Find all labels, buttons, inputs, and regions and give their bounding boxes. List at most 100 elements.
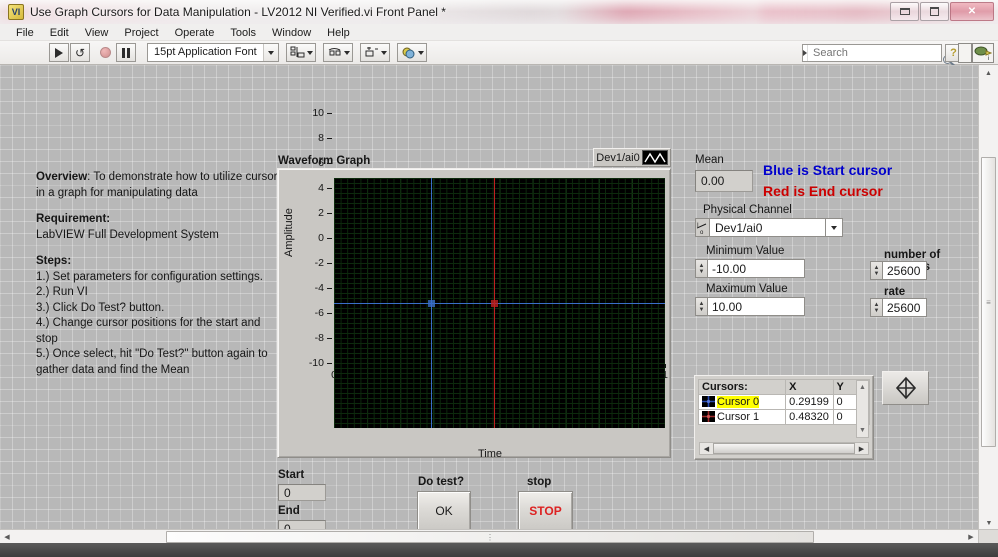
distribute-objects-button[interactable] (322, 43, 353, 62)
cursor-0-marker[interactable] (427, 300, 435, 307)
minimum-value-field[interactable]: -10.00 (707, 259, 805, 278)
menu-item-file[interactable]: File (8, 25, 42, 40)
y-tick--4: -4 (292, 282, 332, 294)
vscroll-thumb[interactable]: ≡ (981, 157, 996, 447)
align-objects-button[interactable] (285, 43, 316, 62)
physical-channel-value[interactable]: Dev1/ai0 (709, 218, 826, 237)
cursor-1-marker[interactable] (490, 300, 498, 307)
menu-item-operate[interactable]: Operate (167, 25, 223, 40)
reorder-icon (400, 45, 418, 60)
distribute-objects-icon (326, 45, 344, 60)
ok-button[interactable]: OK (417, 491, 471, 531)
run-continuously-button[interactable]: ↺ (70, 43, 90, 62)
mean-indicator: 0.00 (695, 170, 753, 192)
hscroll-left-icon[interactable]: ◀ (0, 530, 14, 543)
cursor-move-pad[interactable] (882, 371, 929, 405)
resize-objects-button[interactable] (359, 43, 390, 62)
panel-vertical-scrollbar[interactable]: ▲ ≡ ▼ (978, 65, 998, 531)
step-4-line1: 4.) Change cursor positions for the star… (36, 317, 261, 329)
plot-area[interactable] (334, 178, 665, 428)
window-titlebar[interactable]: VI Use Graph Cursors for Data Manipulati… (0, 0, 998, 24)
y-tick-2: 2 (292, 207, 332, 219)
hscroll-thumb[interactable] (713, 443, 855, 454)
menu-item-help[interactable]: Help (319, 25, 358, 40)
plot-legend[interactable]: Dev1/ai0 (593, 148, 671, 167)
menu-item-window[interactable]: Window (264, 25, 319, 40)
stop-label: stop (527, 476, 552, 488)
minimum-value-stepper[interactable]: ▲ ▼ (695, 259, 707, 278)
end-label: End (278, 505, 300, 517)
number-of-samples-field[interactable]: 25600 (882, 261, 927, 280)
overview-line: Overview: To demonstrate how to utilize … (36, 170, 291, 186)
scroll-left-icon[interactable]: ◀ (700, 445, 713, 453)
menu-item-view[interactable]: View (77, 25, 117, 40)
panel-horizontal-scrollbar[interactable]: ◀ ⋮ ▶ (0, 529, 978, 543)
font-selector-dropdown[interactable] (262, 44, 278, 61)
minimize-icon (899, 8, 910, 15)
cursor-legend[interactable]: Cursors: X Y Cursor 0 0.29199 0 Cursor 1… (694, 375, 874, 460)
scroll-right-icon[interactable]: ▶ (855, 445, 868, 453)
cursor-legend-hscrollbar[interactable]: ◀ ▶ (699, 442, 869, 455)
rate-stepper[interactable]: ▲ ▼ (870, 298, 882, 317)
io-name-icon: Io (695, 218, 709, 237)
chevron-down-icon (831, 225, 837, 230)
cursor-legend-vscrollbar[interactable]: ▲ ▼ (856, 380, 869, 438)
maximum-value-field[interactable]: 10.00 (707, 297, 805, 316)
maximize-button[interactable] (920, 2, 949, 21)
maximum-value-stepper[interactable]: ▲ ▼ (695, 297, 707, 316)
step-2: 2.) Run VI (36, 286, 88, 298)
y-tick-4: 4 (292, 182, 332, 194)
description-text-block: Overview: To demonstrate how to utilize … (36, 170, 291, 378)
waveform-icon[interactable] (642, 150, 668, 165)
physical-channel-combo[interactable]: Io Dev1/ai0 (695, 218, 843, 237)
font-selector[interactable]: 15pt Application Font (147, 43, 279, 62)
requirement-label-text: Requirement: (36, 213, 111, 225)
rate-field[interactable]: 25600 (882, 298, 927, 317)
number-of-samples-control[interactable]: ▲ ▼ 25600 (870, 261, 927, 280)
physical-channel-dropdown[interactable] (826, 218, 843, 237)
y-tick--2: -2 (292, 257, 332, 269)
window-layout-icon[interactable] (958, 43, 972, 63)
number-of-samples-stepper[interactable]: ▲ ▼ (870, 261, 882, 280)
menu-item-project[interactable]: Project (116, 25, 166, 40)
cursor-1-x[interactable]: 0.48320 (785, 409, 834, 425)
overview-label: Overview (36, 171, 88, 183)
maximize-icon (930, 7, 939, 16)
stop-button[interactable]: STOP (518, 491, 573, 531)
vscroll-up-icon[interactable]: ▲ (979, 65, 998, 81)
rate-label: rate (884, 286, 906, 298)
hscroll-thumb[interactable]: ⋮ (166, 531, 814, 543)
search-input[interactable] (808, 46, 957, 60)
table-row[interactable]: Cursor 0 0.29199 0 (697, 394, 870, 410)
font-selector-label: 15pt Application Font (154, 46, 257, 58)
minimum-value-label: Minimum Value (706, 245, 785, 257)
close-button[interactable]: ✕ (950, 2, 994, 21)
distribute-chevron-down-icon (343, 50, 350, 55)
minimize-button[interactable] (890, 2, 919, 21)
run-button[interactable] (49, 43, 69, 62)
ni-logo-icon[interactable]: i (972, 43, 994, 63)
pause-button[interactable] (116, 43, 136, 62)
search-box[interactable] (802, 44, 957, 66)
abort-execution-button[interactable] (95, 43, 115, 62)
menu-item-tools[interactable]: Tools (222, 25, 264, 40)
hscroll-right-icon[interactable]: ▶ (964, 530, 978, 543)
minimum-value-control[interactable]: ▲ ▼ -10.00 (695, 259, 805, 278)
cursors-col-name: Cursors: (697, 379, 787, 395)
labview-vi-icon: VI (8, 4, 24, 20)
resize-objects-icon (363, 45, 381, 60)
front-panel-canvas: Overview: To demonstrate how to utilize … (0, 65, 978, 531)
cursor-0-name-cell[interactable]: Cursor 0 (697, 394, 787, 410)
table-row[interactable]: Cursor 1 0.48320 0 (697, 409, 870, 425)
cursor-0-x[interactable]: 0.29199 (785, 394, 834, 410)
step-5-line2: gather data and find the Mean (36, 363, 190, 376)
rate-control[interactable]: ▲ ▼ 25600 (870, 298, 927, 317)
menu-item-edit[interactable]: Edit (42, 25, 77, 40)
cursor-0-name: Cursor 0 (717, 396, 760, 408)
reorder-button[interactable] (396, 43, 427, 62)
scroll-up-icon[interactable]: ▲ (857, 381, 868, 394)
start-indicator: 0 (278, 484, 326, 501)
maximum-value-control[interactable]: ▲ ▼ 10.00 (695, 297, 805, 316)
scroll-down-icon[interactable]: ▼ (857, 424, 868, 437)
cursor-1-name-cell[interactable]: Cursor 1 (697, 409, 787, 425)
